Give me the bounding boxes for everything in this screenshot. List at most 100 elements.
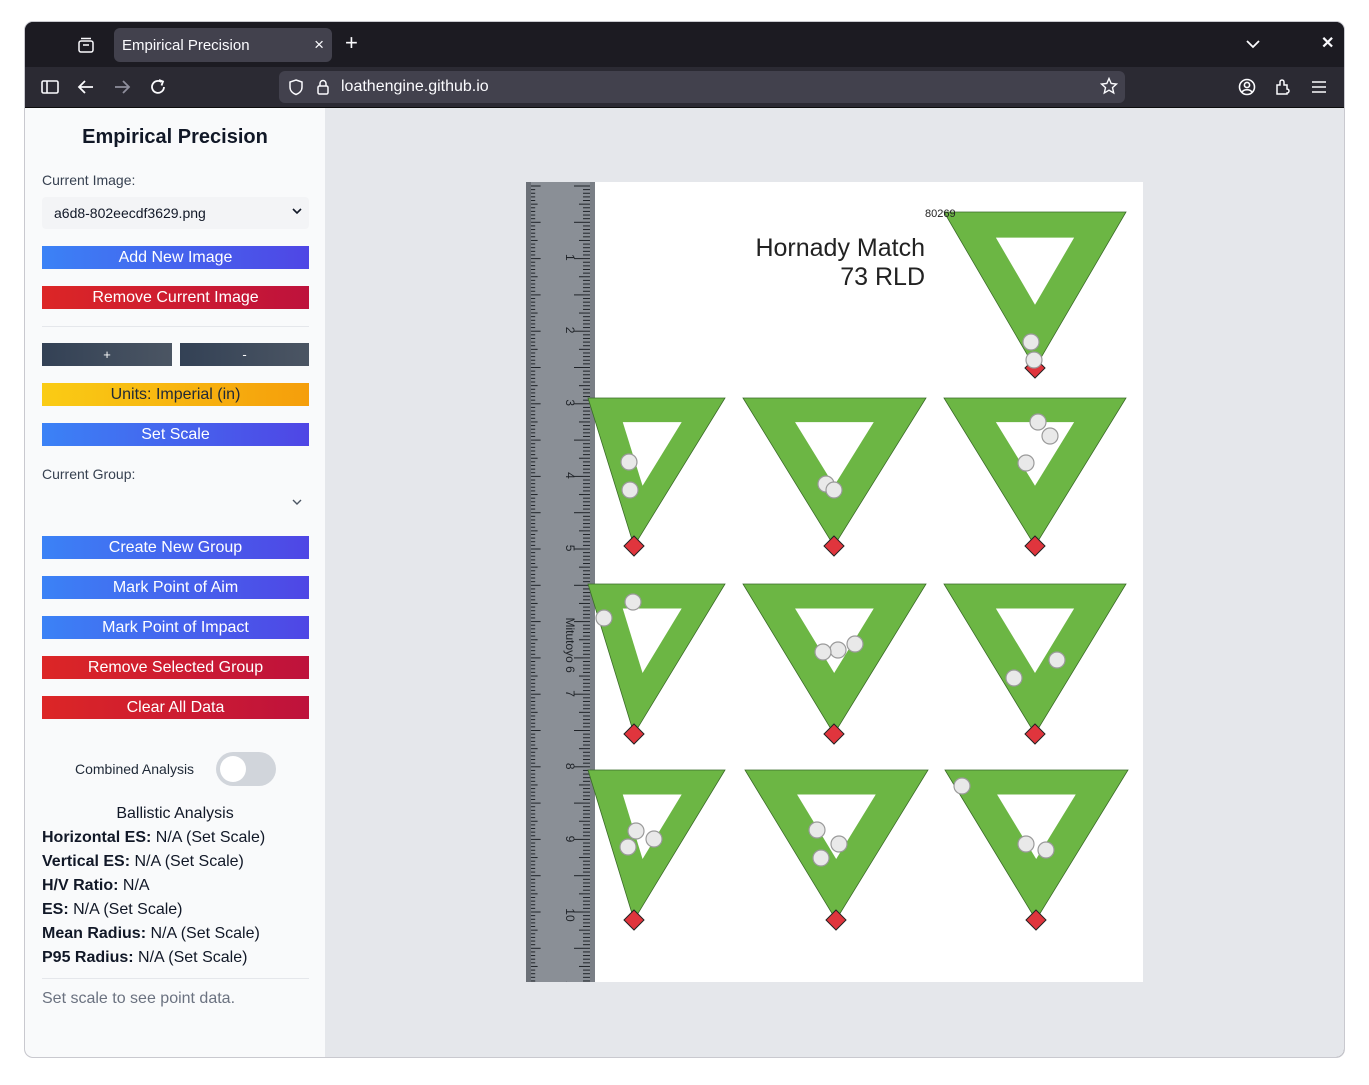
bullet-hole: [1005, 669, 1023, 687]
ruler-number: 7: [563, 690, 577, 697]
units-toggle-button[interactable]: Units: Imperial (in): [42, 383, 309, 406]
url-bar[interactable]: loathengine.github.io: [279, 71, 1125, 103]
remove-image-button[interactable]: Remove Current Image: [42, 286, 309, 309]
bullet-hole: [1017, 454, 1035, 472]
bullet-hole: [645, 830, 663, 848]
window-close-button[interactable]: ✕: [1321, 33, 1334, 53]
stat-p95-radius: P95 Radius: N/A (Set Scale): [42, 949, 247, 967]
bullet-hole: [624, 593, 642, 611]
bullet-hole: [619, 838, 637, 856]
set-scale-button[interactable]: Set Scale: [42, 423, 309, 446]
browser-window: Empirical Precision × + ✕ loathengine.gi…: [25, 22, 1344, 1057]
target-title-line2: 73 RLD: [840, 263, 925, 291]
bullet-hole: [1025, 351, 1043, 369]
clear-data-button[interactable]: Clear All Data: [42, 696, 309, 719]
divider: [42, 326, 309, 327]
app-title: Empirical Precision: [82, 126, 268, 148]
bookmark-star-icon[interactable]: [1100, 77, 1118, 95]
ruler-number: 9: [563, 836, 577, 843]
extensions-icon[interactable]: [1273, 77, 1293, 97]
bullet-hole: [953, 777, 971, 795]
reload-icon[interactable]: [148, 77, 168, 97]
bullet-hole: [1037, 841, 1055, 859]
zoom-in-button[interactable]: +: [42, 343, 172, 366]
sidebar-toggle-icon[interactable]: [40, 77, 60, 97]
bullet-hole: [825, 481, 843, 499]
ruler-number: 1: [563, 254, 577, 261]
bullet-hole: [620, 453, 638, 471]
divider: [42, 978, 309, 979]
stat-es: ES: N/A (Set Scale): [42, 901, 183, 919]
zoom-out-button[interactable]: -: [180, 343, 309, 366]
stat-label: H/V Ratio:: [42, 877, 119, 894]
new-tab-button[interactable]: +: [345, 31, 358, 55]
bullet-hole: [829, 641, 847, 659]
url-text[interactable]: loathengine.github.io: [341, 78, 489, 96]
bullet-hole: [830, 835, 848, 853]
back-arrow-icon[interactable]: [76, 77, 96, 97]
mark-aim-button[interactable]: Mark Point of Aim: [42, 576, 309, 599]
ruler-number: 3: [563, 399, 577, 406]
ruler-number: 2: [563, 327, 577, 334]
chevron-down-icon: [292, 499, 302, 505]
ruler-number: 5: [563, 545, 577, 552]
stat-value: N/A: [118, 877, 150, 894]
ruler-number: 1: [563, 981, 577, 982]
tab-list-icon[interactable]: [77, 36, 95, 54]
remove-group-button[interactable]: Remove Selected Group: [42, 656, 309, 679]
bullet-hole: [846, 635, 864, 653]
bullet-hole: [808, 821, 826, 839]
account-icon[interactable]: [1237, 77, 1257, 97]
stat-label: Mean Radius:: [42, 925, 147, 942]
stat-value: N/A (Set Scale): [151, 829, 266, 846]
scale-hint: Set scale to see point data.: [42, 990, 236, 1007]
current-group-label: Current Group:: [42, 466, 136, 482]
current-group-select[interactable]: [42, 488, 309, 520]
bullet-hole: [1017, 835, 1035, 853]
stat-value: N/A (Set Scale): [130, 853, 244, 870]
ruler: 1 2 3 4 5 Mitutoyo 6 7 8 9 10 1: [526, 182, 595, 988]
bullet-hole: [812, 849, 830, 867]
combined-analysis-toggle[interactable]: [216, 752, 276, 786]
tab-empirical-precision[interactable]: Empirical Precision ×: [114, 28, 332, 62]
current-image-label: Current Image:: [42, 172, 136, 188]
target-image-canvas[interactable]: 1 2 3 4 5 Mitutoyo 6 7 8 9 10 1 80269 Hornady Matc…: [526, 182, 1143, 988]
stat-vertical-es: Vertical ES: N/A (Set Scale): [42, 853, 244, 871]
create-group-button[interactable]: Create New Group: [42, 536, 309, 559]
target-title-line1: Hornady Match: [755, 234, 925, 262]
bullet-hole: [1029, 413, 1047, 431]
bullet-hole: [627, 822, 645, 840]
bullet-hole: [621, 481, 639, 499]
menu-icon[interactable]: [1309, 77, 1329, 97]
bullet-hole: [1048, 651, 1066, 669]
mark-impact-button[interactable]: Mark Point of Impact: [42, 616, 309, 639]
tab-title: Empirical Precision: [122, 37, 250, 54]
stat-label: ES:: [42, 901, 69, 918]
ruler-number: 8: [563, 763, 577, 770]
tab-strip: Empirical Precision × + ✕: [25, 22, 1344, 67]
stat-hv-ratio: H/V Ratio: N/A: [42, 877, 150, 895]
ruler-number: Mitutoyo 6: [563, 618, 577, 674]
navigation-bar: loathengine.github.io: [25, 67, 1344, 108]
bullet-hole: [814, 643, 832, 661]
stat-horizontal-es: Horizontal ES: N/A (Set Scale): [42, 829, 265, 847]
control-sidebar: Empirical Precision Current Image: a6d8-…: [25, 108, 325, 1057]
current-image-select[interactable]: a6d8-802eecdf3629.png: [42, 197, 309, 229]
bullet-hole: [595, 609, 613, 627]
target-image[interactable]: 1 2 3 4 5 Mitutoyo 6 7 8 9 10 1 80269 Hornady Matc…: [526, 182, 1143, 988]
stat-mean-radius: Mean Radius: N/A (Set Scale): [42, 925, 260, 943]
chevron-down-icon[interactable]: [1244, 35, 1262, 53]
lock-icon[interactable]: [314, 78, 332, 96]
chevron-down-icon: [292, 208, 302, 215]
shield-icon[interactable]: [287, 78, 305, 96]
ruler-number: 10: [563, 908, 577, 922]
analysis-title: Ballistic Analysis: [116, 805, 234, 822]
page-content: Empirical Precision Current Image: a6d8-…: [25, 108, 1344, 1057]
add-image-button[interactable]: Add New Image: [42, 246, 309, 269]
bullet-hole: [1022, 333, 1040, 351]
current-image-value: a6d8-802eecdf3629.png: [54, 205, 206, 221]
stat-value: N/A (Set Scale): [146, 925, 260, 942]
tab-close-icon[interactable]: ×: [314, 35, 324, 55]
stat-label: Horizontal ES:: [42, 829, 152, 846]
forward-arrow-icon[interactable]: [112, 77, 132, 97]
